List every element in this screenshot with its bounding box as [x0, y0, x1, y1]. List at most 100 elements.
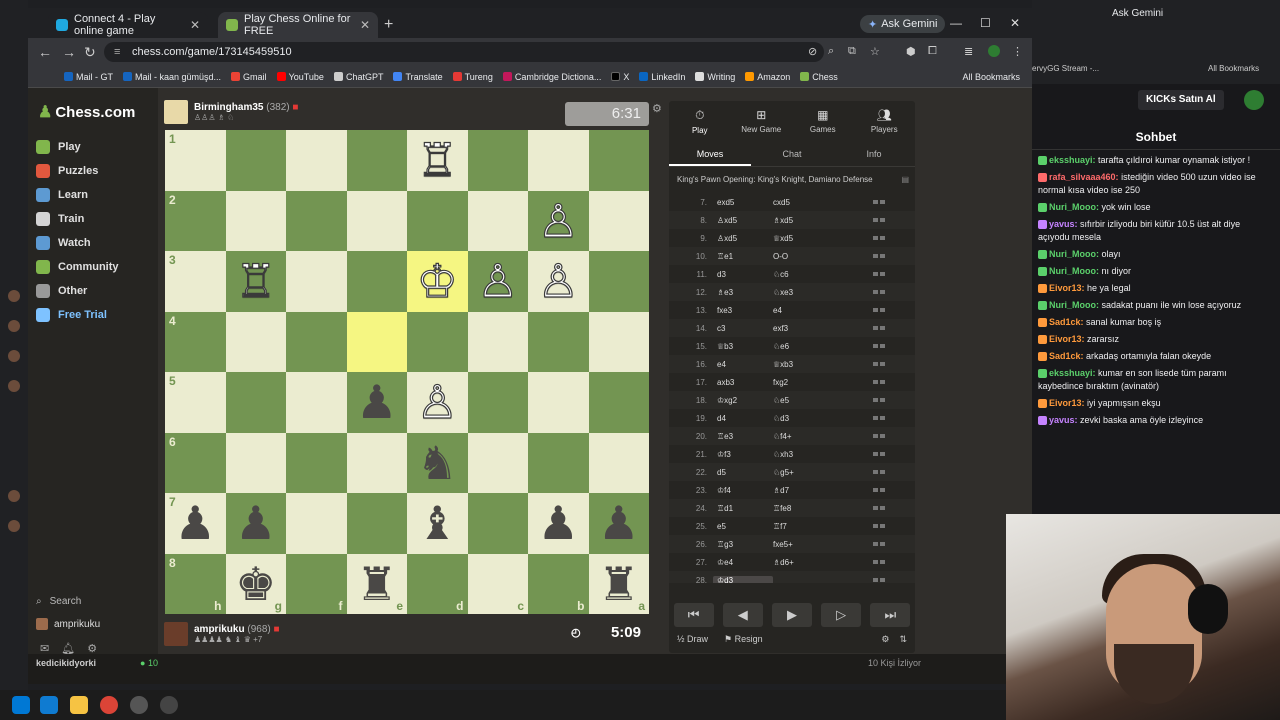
board-square[interactable] — [225, 190, 286, 251]
white-move[interactable]: ♔e4 — [713, 558, 773, 567]
last-move-icon[interactable]: ⏭ — [870, 603, 911, 627]
player-name[interactable]: Birmingham35 (382) ■ — [194, 102, 298, 113]
white-move[interactable]: e5 — [713, 522, 773, 531]
board-square[interactable] — [225, 372, 286, 433]
sidebar-user[interactable]: amprikuku — [36, 618, 100, 630]
white-move[interactable]: ♕b3 — [713, 342, 773, 351]
site-info-icon[interactable]: ≡ — [114, 42, 120, 62]
board-square[interactable]: ♞ — [407, 432, 468, 493]
white-move[interactable]: ♗e3 — [713, 288, 773, 297]
back-icon[interactable]: ← — [38, 44, 52, 60]
white-pawn-icon[interactable]: ♙ — [477, 258, 519, 305]
white-move[interactable]: d4 — [713, 414, 773, 423]
board-square[interactable] — [588, 190, 649, 251]
black-move[interactable]: ♕xb3 — [773, 360, 873, 369]
black-move[interactable]: cxd5 — [773, 198, 873, 207]
chat-username[interactable]: Eivor13: — [1049, 283, 1085, 293]
chess-board[interactable]: 1 ♖ 2 ♙ 3 ♖ ♔ ♙ ♙ 4 5 ♟ ♙ 6 ♞ 7 ♟ ♟ ♝ ♟ ♟ 8 h g ♚ f e ♜ d c b a ♜ — [165, 130, 649, 614]
white-move[interactable]: ♔f3 — [713, 450, 773, 459]
bookmark-item[interactable]: YouTube — [276, 72, 324, 82]
black-move[interactable]: ♘d3 — [773, 414, 873, 423]
black-move[interactable]: ♘c6 — [773, 270, 873, 279]
board-square[interactable]: ♟ — [528, 493, 589, 554]
analysis-icon[interactable]: ⚙ — [881, 634, 889, 645]
board-square[interactable] — [528, 432, 589, 493]
stream-tab[interactable]: ervyGG Stream -... — [1032, 64, 1099, 73]
board-square[interactable]: d — [407, 553, 468, 614]
eye-off-icon[interactable]: ⊘ — [808, 45, 820, 58]
chat-username[interactable]: Nuri_Mooo: — [1049, 202, 1099, 212]
sidebar-item-puzzles[interactable]: Puzzles — [36, 164, 98, 178]
board-square[interactable] — [346, 190, 407, 251]
chatgpt-icon[interactable] — [130, 696, 148, 714]
bookmark-item[interactable]: X — [611, 72, 629, 82]
white-move[interactable]: fxe3 — [713, 306, 773, 315]
black-pawn-icon[interactable]: ♟ — [175, 500, 216, 546]
board-square[interactable] — [286, 432, 347, 493]
white-move[interactable]: ♔xg2 — [713, 396, 773, 405]
avatar[interactable] — [164, 622, 188, 646]
white-move[interactable]: ♙xd5 — [713, 216, 773, 225]
chat-username[interactable]: yavus: — [1049, 415, 1078, 425]
all-bookmarks[interactable]: All Bookmarks — [1208, 64, 1259, 73]
board-square[interactable] — [286, 311, 347, 372]
white-move[interactable]: e4 — [713, 360, 773, 369]
board-square[interactable] — [346, 311, 407, 372]
board-square[interactable]: ♙ — [528, 251, 589, 312]
next-move-icon[interactable]: ▶ — [771, 603, 812, 627]
black-move[interactable]: ♕xd5 — [773, 234, 873, 243]
black-pawn-icon[interactable]: ♟ — [598, 500, 639, 546]
tab-chat[interactable]: Chat — [751, 143, 833, 166]
chat-username[interactable]: Nuri_Mooo: — [1049, 249, 1099, 259]
board-square[interactable]: ♙ — [528, 190, 589, 251]
reload-icon[interactable]: ↻ — [84, 44, 96, 61]
ask-gemini-button[interactable]: Ask Gemini — [1112, 8, 1163, 19]
white-rook-icon[interactable]: ♖ — [416, 137, 458, 184]
black-rook-icon[interactable]: ♜ — [598, 561, 639, 607]
profile-avatar[interactable] — [988, 45, 1000, 57]
edge-icon[interactable] — [40, 696, 58, 714]
tab-moves[interactable]: Moves — [669, 143, 751, 166]
black-move[interactable]: ♗d6+ — [773, 558, 873, 567]
board-square[interactable]: ♟ — [346, 372, 407, 433]
forward-move-icon[interactable]: ▷ — [821, 603, 862, 627]
puzzle-icon[interactable]: ⧠ — [928, 45, 940, 57]
black-move[interactable]: fxe5+ — [773, 540, 873, 549]
maximize-icon[interactable]: ☐ — [980, 16, 991, 30]
avatar[interactable] — [164, 100, 188, 124]
white-pawn-icon[interactable]: ♙ — [537, 258, 579, 305]
bookmark-item[interactable]: Translate — [393, 72, 443, 82]
board-square[interactable]: 5 — [165, 372, 226, 433]
player-name[interactable]: amprikuku (968) ■ — [194, 624, 280, 635]
bookmark-item[interactable]: Tureng — [452, 72, 493, 82]
white-pawn-icon[interactable]: ♙ — [537, 197, 579, 244]
sidebar-item-learn[interactable]: Learn — [36, 188, 88, 202]
white-pawn-icon[interactable]: ♙ — [416, 379, 458, 426]
buy-kicks-button[interactable]: KICKs Satın Al — [1138, 90, 1224, 110]
black-move[interactable]: ♘e6 — [773, 342, 873, 351]
black-knight-icon[interactable]: ♞ — [417, 440, 458, 486]
sidebar-item-watch[interactable]: Watch — [36, 236, 91, 250]
white-move[interactable]: ♙xd5 — [713, 234, 773, 243]
black-king-icon[interactable]: ♚ — [235, 561, 276, 607]
ask-gemini-button[interactable]: ✦ Ask Gemini — [860, 15, 946, 33]
white-move[interactable]: exd5 — [713, 198, 773, 207]
draw-button[interactable]: ½ Draw — [677, 634, 708, 645]
black-move[interactable]: ♘xe3 — [773, 288, 873, 297]
nav-new-game[interactable]: ⊞ New Game — [731, 101, 793, 141]
board-square[interactable]: ♟ — [588, 493, 649, 554]
board-square[interactable] — [467, 311, 528, 372]
board-square[interactable] — [528, 372, 589, 433]
black-move[interactable]: ♘f4+ — [773, 432, 873, 441]
white-move[interactable]: ♔d3 — [713, 575, 773, 583]
black-move[interactable]: ♘g5+ — [773, 468, 873, 477]
bookmark-item[interactable]: Cambridge Dictiona... — [502, 72, 601, 82]
windows-start-icon[interactable] — [12, 696, 30, 714]
bookmark-item[interactable]: Chess — [800, 72, 838, 82]
board-square[interactable]: ♔ — [407, 251, 468, 312]
nav-play[interactable]: ⏱ Play — [669, 101, 731, 141]
black-move[interactable]: ♗xd5 — [773, 216, 873, 225]
black-pawn-icon[interactable]: ♟ — [538, 500, 579, 546]
opening-book-icon[interactable]: ▤ — [901, 175, 909, 184]
board-square[interactable]: ♝ — [407, 493, 468, 554]
